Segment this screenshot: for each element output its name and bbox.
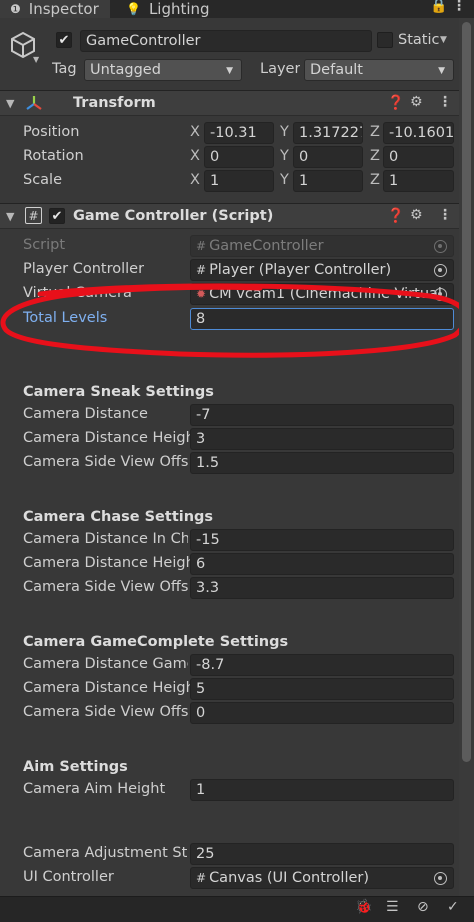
player-controller-label: Player Controller: [23, 261, 145, 277]
preset-sliders-icon[interactable]: ⚙: [410, 207, 423, 223]
transform-title: Transform: [73, 95, 156, 111]
active-checkbox[interactable]: ✔: [56, 32, 72, 48]
sneak-height-input[interactable]: 3: [190, 428, 454, 450]
gamecomplete-settings-header: Camera GameComplete Settings: [23, 634, 289, 650]
scale-y-input[interactable]: 1: [293, 170, 363, 192]
script-label: Script: [23, 237, 66, 253]
script-component-title: Game Controller (Script): [73, 208, 274, 224]
chevron-down-icon: ▼: [438, 66, 445, 76]
csharp-script-icon: #: [196, 263, 207, 277]
sneak-side-offset-label: Camera Side View Offse: [23, 454, 188, 470]
ui-controller-field[interactable]: # Canvas (UI Controller): [190, 867, 454, 889]
adjustment-input[interactable]: 25: [190, 843, 454, 865]
axis-x-label[interactable]: X: [190, 172, 200, 188]
info-icon: ❶: [10, 2, 21, 16]
csharp-script-icon: #: [196, 239, 207, 253]
scale-x-input[interactable]: 1: [204, 170, 274, 192]
script-field: # GameController: [190, 235, 454, 257]
axis-z-label[interactable]: Z: [370, 172, 380, 188]
position-z-input[interactable]: -10.1601: [383, 122, 454, 144]
axis-x-label[interactable]: X: [190, 148, 200, 164]
complete-side-offset-label: Camera Side View Offse: [23, 704, 188, 720]
script-enabled-checkbox[interactable]: ✔: [49, 208, 65, 224]
static-checkbox[interactable]: [377, 32, 393, 48]
ui-controller-label: UI Controller: [23, 869, 114, 885]
aim-height-input[interactable]: 1: [190, 779, 454, 801]
component-menu-icon[interactable]: ⋮: [438, 94, 452, 110]
component-menu-icon[interactable]: ⋮: [438, 207, 452, 223]
scale-z-input[interactable]: 1: [383, 170, 454, 192]
chevron-down-icon: ▼: [226, 66, 233, 76]
rotation-y-input[interactable]: 0: [293, 146, 363, 168]
static-dropdown-icon[interactable]: ▼: [440, 35, 447, 45]
chase-distance-input[interactable]: -15: [190, 529, 454, 551]
chase-settings-header: Camera Chase Settings: [23, 509, 214, 525]
adjustment-label: Camera Adjustment Stac: [23, 845, 188, 861]
tag-label: Tag: [52, 61, 77, 77]
chase-height-input[interactable]: 6: [190, 553, 454, 575]
axis-z-label[interactable]: Z: [370, 124, 380, 140]
rotation-x-input[interactable]: 0: [204, 146, 274, 168]
complete-side-offset-input[interactable]: 0: [190, 702, 454, 724]
tab-inspector[interactable]: ❶ Inspector: [0, 0, 110, 18]
axis-z-label[interactable]: Z: [370, 148, 380, 164]
chase-side-offset-input[interactable]: 3.3: [190, 577, 454, 599]
icon-dropdown-arrow-icon[interactable]: ▼: [33, 55, 39, 64]
sneak-distance-label: Camera Distance: [23, 406, 148, 422]
scale-label: Scale: [23, 172, 63, 188]
axis-x-label[interactable]: X: [190, 124, 200, 140]
more-menu-icon[interactable]: ⋮: [452, 0, 466, 14]
object-name-input[interactable]: GameController: [80, 30, 372, 52]
complete-height-input[interactable]: 5: [190, 678, 454, 700]
chase-side-offset-label: Camera Side View Offse: [23, 579, 188, 595]
object-picker-icon[interactable]: [434, 872, 447, 885]
csharp-script-icon: #: [25, 207, 42, 224]
red-annotation-circle: [0, 283, 469, 358]
preset-sliders-icon[interactable]: ⚙: [410, 94, 423, 110]
transform-axes-icon: [25, 95, 43, 115]
scrollbar-thumb[interactable]: [462, 22, 471, 762]
tab-lighting[interactable]: 💡 Lighting: [118, 0, 228, 18]
position-label: Position: [23, 124, 80, 140]
complete-distance-label: Camera Distance Game: [23, 656, 188, 672]
axis-y-label[interactable]: Y: [280, 148, 289, 164]
help-icon[interactable]: ❓: [387, 95, 404, 111]
sneak-height-label: Camera Distance Height: [23, 430, 190, 446]
object-picker-icon[interactable]: [434, 264, 447, 277]
complete-distance-input[interactable]: -8.7: [190, 654, 454, 676]
status-bar: [0, 896, 474, 922]
aim-height-label: Camera Aim Height: [23, 781, 166, 797]
static-label: Static: [398, 32, 440, 48]
rotation-z-input[interactable]: 0: [383, 146, 454, 168]
csharp-script-icon: #: [196, 871, 207, 885]
debug-off-icon[interactable]: ⊘: [417, 899, 429, 915]
rotation-label: Rotation: [23, 148, 84, 164]
layers-icon[interactable]: ☰: [386, 899, 399, 915]
chase-height-label: Camera Distance Height: [23, 555, 190, 571]
complete-height-label: Camera Distance Height: [23, 680, 190, 696]
sneak-side-offset-input[interactable]: 1.5: [190, 452, 454, 474]
axis-y-label[interactable]: Y: [280, 172, 289, 188]
axis-y-label[interactable]: Y: [280, 124, 289, 140]
lightbulb-icon: 💡: [126, 2, 141, 16]
position-x-input[interactable]: -10.31: [204, 122, 274, 144]
bug-icon[interactable]: 🐞: [355, 899, 372, 915]
chase-distance-label: Camera Distance In Cha: [23, 531, 188, 547]
layer-dropdown[interactable]: Default ▼: [304, 59, 454, 81]
tag-dropdown[interactable]: Untagged ▼: [84, 59, 242, 81]
check-circle-icon[interactable]: ✓: [447, 899, 459, 915]
object-picker-icon: [434, 240, 447, 253]
foldout-arrow-icon[interactable]: ▼: [6, 97, 14, 110]
sneak-distance-input[interactable]: -7: [190, 404, 454, 426]
sneak-settings-header: Camera Sneak Settings: [23, 384, 214, 400]
help-icon[interactable]: ❓: [387, 208, 404, 224]
aim-settings-header: Aim Settings: [23, 759, 128, 775]
layer-label: Layer: [260, 61, 301, 77]
position-y-input[interactable]: 1.317227: [293, 122, 363, 144]
lock-icon[interactable]: 🔒: [430, 0, 447, 14]
foldout-arrow-icon[interactable]: ▼: [6, 210, 14, 223]
player-controller-field[interactable]: # Player (Player Controller): [190, 259, 454, 281]
